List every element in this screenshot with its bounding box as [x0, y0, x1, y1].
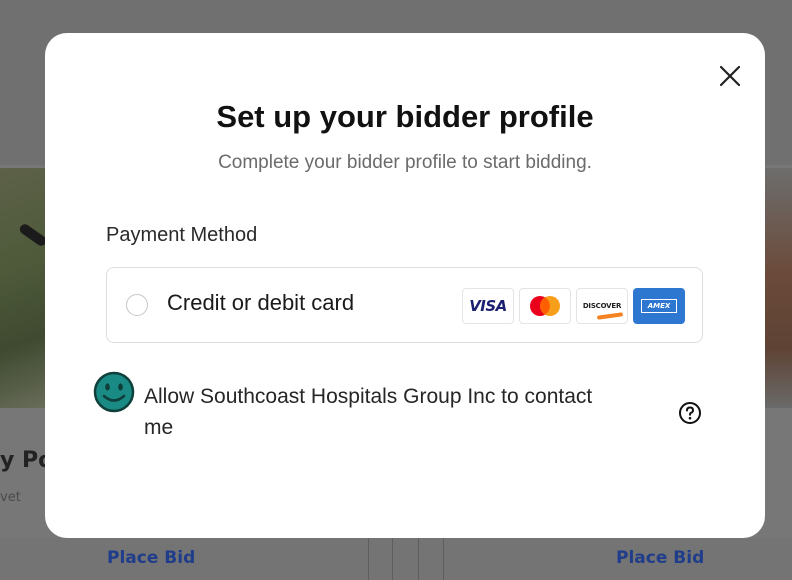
close-icon [719, 65, 741, 87]
background-divider [392, 538, 393, 580]
discover-logo-icon: DISCOVER [576, 288, 628, 324]
mastercard-circles [530, 296, 560, 316]
amex-logo-icon: AMEX [633, 288, 685, 324]
payment-option-radio[interactable] [126, 294, 148, 316]
discover-swoosh [596, 312, 624, 320]
contact-consent-label[interactable]: Allow Southcoast Hospitals Group Inc to … [144, 381, 614, 443]
visa-logo-icon: VISA [462, 288, 514, 324]
payment-option-label: Credit or debit card [167, 290, 355, 315]
place-bid-button-left[interactable]: Place Bid [107, 548, 195, 568]
amex-logo-text: AMEX [647, 302, 671, 310]
question-circle-icon[interactable] [678, 401, 702, 425]
mastercard-logo-icon [519, 288, 571, 324]
modal-subtitle: Complete your bidder profile to start bi… [218, 152, 592, 173]
card-brand-logos: VISA DISCOVER AMEX [462, 288, 685, 324]
payment-option-credit-card[interactable]: Credit or debit card VISA DISCOVER AMEX [106, 267, 703, 343]
smiley-face-icon [93, 371, 135, 413]
place-bid-button-right[interactable]: Place Bid [616, 548, 704, 568]
background-divider [443, 538, 444, 580]
bidder-profile-modal: Set up your bidder profile Complete your… [45, 33, 765, 538]
background-divider [368, 538, 369, 580]
background-item-subtitle: vet [0, 490, 21, 505]
background-divider [418, 538, 419, 580]
discover-logo-text: DISCOVER [582, 302, 622, 310]
close-button[interactable] [717, 63, 743, 89]
modal-title: Set up your bidder profile [216, 99, 594, 134]
payment-method-label: Payment Method [106, 224, 258, 246]
visa-logo-text: VISA [469, 297, 507, 315]
